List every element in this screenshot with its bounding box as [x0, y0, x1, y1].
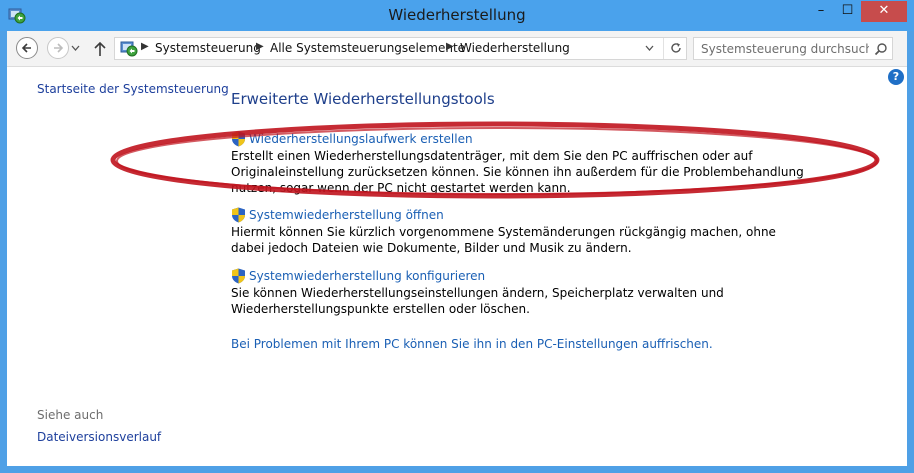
- minimize-button[interactable]: –: [808, 1, 834, 22]
- breadcrumb-separator-icon: ▶: [446, 41, 454, 52]
- client-area: ▶ Systemsteuerung ▶ Alle Systemsteuerung…: [7, 31, 907, 466]
- task-description: Hiermit können Sie kürzlich vorgenommene…: [231, 225, 776, 255]
- page-title: Erweiterte Wiederherstellungstools: [231, 90, 495, 108]
- breadcrumb-all-items[interactable]: Alle Systemsteuerungselemente: [270, 41, 465, 55]
- configure-system-restore-link[interactable]: Systemwiederherstellung konfigurieren: [249, 269, 485, 283]
- open-system-restore-link[interactable]: Systemwiederherstellung öffnen: [249, 208, 444, 222]
- breadcrumb-recovery[interactable]: Wiederherstellung: [460, 41, 570, 55]
- refresh-button[interactable]: [663, 38, 687, 59]
- breadcrumb-separator-icon: ▶: [141, 41, 149, 52]
- address-bar[interactable]: ▶ Systemsteuerung ▶ Alle Systemsteuerung…: [114, 37, 687, 60]
- back-button[interactable]: [16, 37, 38, 59]
- uac-shield-icon: [232, 268, 245, 284]
- up-arrow-icon[interactable]: [93, 41, 107, 57]
- navigation-bar: ▶ Systemsteuerung ▶ Alle Systemsteuerung…: [7, 31, 907, 67]
- refresh-pc-link[interactable]: Bei Problemen mit Ihrem PC können Sie ih…: [231, 337, 713, 351]
- recent-locations-chevron-icon[interactable]: [71, 45, 80, 52]
- arrow-left-icon: [21, 43, 31, 53]
- help-icon[interactable]: ?: [888, 69, 904, 85]
- task-description: Erstellt einen Wiederherstellungsdatentr…: [231, 149, 804, 195]
- sidebar-file-history-link[interactable]: Dateiversionsverlauf: [37, 430, 161, 444]
- arrow-right-icon: [54, 43, 64, 53]
- address-dropdown-chevron-icon[interactable]: [645, 45, 654, 51]
- refresh-icon: [671, 43, 681, 53]
- see-also-label: Siehe auch: [37, 408, 104, 422]
- forward-button[interactable]: [47, 37, 69, 59]
- close-button[interactable]: ✕: [861, 1, 907, 22]
- task-description: Sie können Wiederherstellungseinstellung…: [231, 286, 724, 316]
- window-frame: Wiederherstellung – ☐ ✕ ▶ Systemsteuerun…: [0, 0, 914, 473]
- maximize-button[interactable]: ☐: [834, 1, 861, 22]
- create-recovery-drive-link[interactable]: Wiederherstellungslaufwerk erstellen: [249, 132, 473, 146]
- title-bar[interactable]: Wiederherstellung – ☐ ✕: [0, 0, 914, 31]
- search-icon[interactable]: [874, 42, 888, 56]
- control-panel-icon: [120, 41, 138, 57]
- search-input[interactable]: [694, 38, 869, 59]
- sidebar-home-link[interactable]: Startseite der Systemsteuerung: [37, 82, 229, 96]
- window-title: Wiederherstellung: [388, 6, 526, 24]
- uac-shield-icon: [232, 207, 245, 223]
- breadcrumb-control-panel[interactable]: Systemsteuerung: [155, 41, 261, 55]
- search-box[interactable]: [693, 37, 893, 60]
- uac-shield-icon: [232, 131, 245, 147]
- breadcrumb-separator-icon: ▶: [256, 41, 264, 52]
